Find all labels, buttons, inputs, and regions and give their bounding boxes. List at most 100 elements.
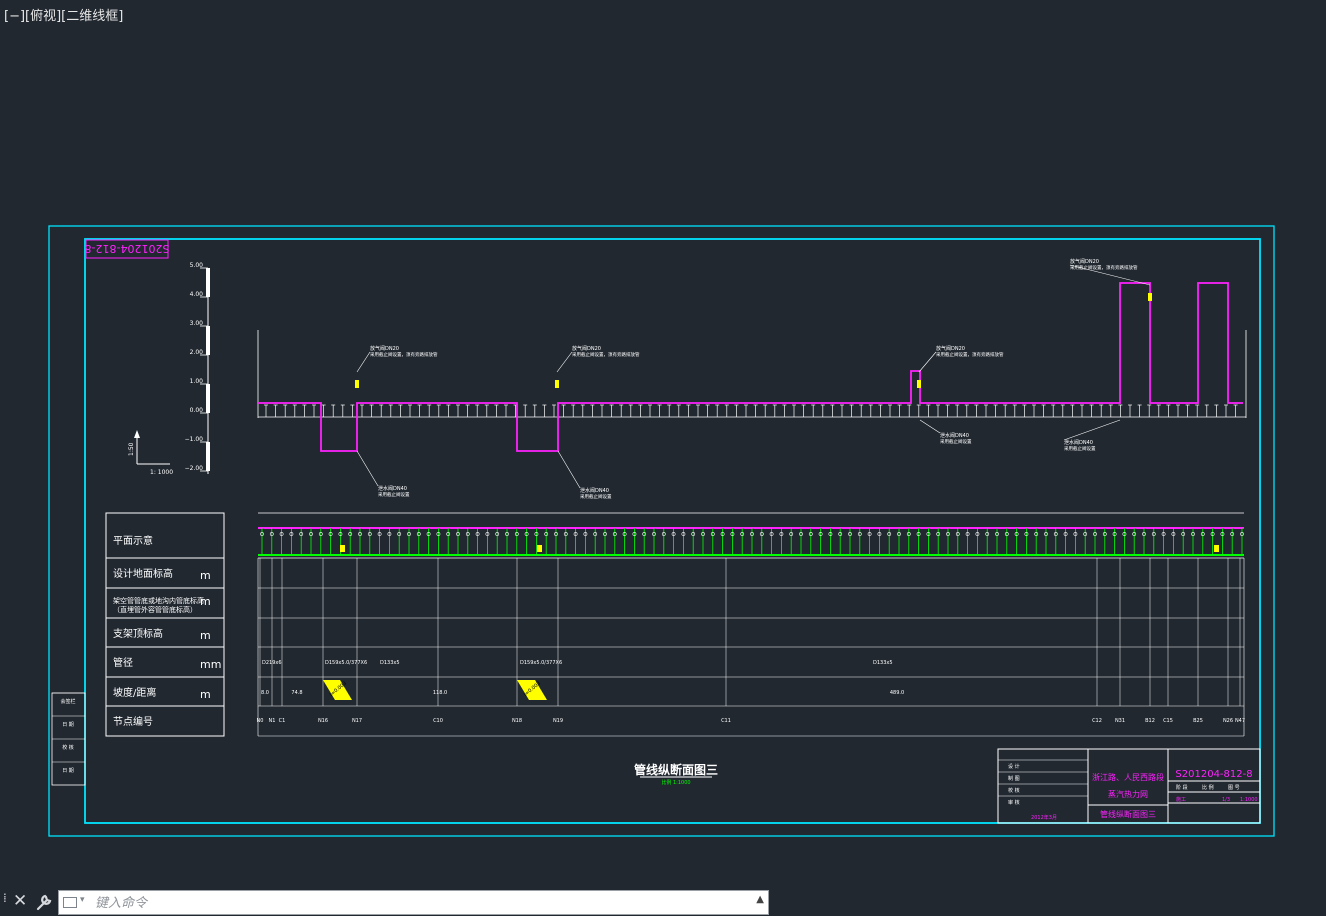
node-label: N19 [553, 718, 563, 724]
vent-valve-label: 放气阀DN20 [1070, 258, 1099, 265]
pipe-size-label: D159x5.0/377X6 [325, 660, 367, 666]
vent-valve-label: 放气阀DN20 [936, 345, 965, 352]
node-label: C12 [1092, 718, 1102, 724]
close-icon[interactable]: ✕ [13, 891, 27, 911]
distance-label: 8.0 [261, 690, 269, 696]
table-row-sublabel: （直埋管外容管管底标高） [113, 605, 197, 614]
vertical-scale-label: 1:50 [128, 442, 135, 456]
sheet-inner-frame [84, 238, 1261, 824]
command-bar-grip[interactable]: ⁞ [3, 892, 9, 910]
table-row-label: 支架顶标高 [113, 627, 163, 640]
wrench-icon[interactable] [35, 892, 53, 912]
command-history-icon[interactable] [63, 897, 77, 908]
vent-valve-desc: 采用截止阀设置，须有旁路排放管 [572, 351, 640, 358]
cad-drawing-canvas[interactable]: S201204-812-8 5.00 4.00 3.00 2.00 1.00 0.00 −1… [0, 0, 1326, 888]
title-block-header: 图 号 [1228, 785, 1240, 791]
sheet-scale-note: 比例 1:1000 [661, 779, 690, 786]
node-label: C15 [1163, 718, 1173, 724]
pipe-profile-line [258, 282, 1243, 452]
node-label: N31 [1115, 718, 1125, 724]
table-row-label: 管径 [113, 656, 133, 669]
node-label: N1 [269, 718, 276, 724]
title-date: 2012年3月 [1031, 814, 1057, 821]
elevation-tick-label: 5.00 [190, 262, 204, 269]
table-row-label: 节点编号 [113, 715, 153, 728]
title-block-header: 阶 段 [1176, 784, 1188, 791]
elevation-tick-label: 4.00 [190, 291, 204, 298]
horizontal-scale-label: 1: 1000 [150, 469, 173, 476]
elevation-tick-label: 1.00 [190, 378, 204, 385]
title-block-role: 校 核 [1008, 787, 1020, 794]
title-block-role: 审 核 [1008, 799, 1020, 806]
node-label: N16 [318, 718, 328, 724]
pipe-size-label: D133x5 [380, 660, 400, 666]
node-label: C11 [721, 718, 731, 724]
left-strip-label: 日 期 [62, 722, 74, 728]
drain-valve-desc: 采用截止阀设置 [940, 438, 972, 445]
node-label: N17 [352, 718, 362, 724]
distance-label: 118.0 [433, 690, 447, 696]
title-block-role: 设 计 [1008, 763, 1020, 770]
node-label: C1 [279, 718, 286, 724]
drain-valve-desc: 采用截止阀设置 [580, 493, 612, 500]
project-name-line2: 蒸汽热力网 [1108, 789, 1148, 799]
title-block-stage: 施工 [1176, 796, 1186, 803]
data-table [105, 512, 1245, 737]
left-strip-label: 日 期 [62, 768, 74, 774]
pipe-size-label: D219x6 [262, 660, 282, 666]
node-label: N0 [257, 718, 264, 724]
title-ratio: 1:1000 [1240, 797, 1258, 803]
table-row-label: 坡度/距离 [113, 686, 156, 699]
pipe-size-label: D159x5.0/377X6 [520, 660, 562, 666]
node-label: N26 [1223, 718, 1233, 724]
drain-valve-label: 泄水阀DN40 [378, 485, 407, 492]
title-block-role: 制 图 [1008, 775, 1020, 782]
drain-valve-label: 泄水阀DN40 [1064, 439, 1093, 446]
left-sign-strip: 会签栏日 期校 核日 期 [51, 692, 86, 786]
drain-valve-label: 泄水阀DN40 [580, 487, 609, 494]
table-row-unit: m [200, 688, 211, 701]
pipe-supports [264, 404, 1238, 417]
title-page: 1/3 [1222, 797, 1230, 803]
table-row-label: 架空管管底或地沟内管底标高 [113, 596, 204, 605]
table-row-unit: mm [200, 658, 221, 671]
project-name-line1: 浙江路、人民西路段 [1092, 772, 1164, 782]
distance-label: 74.8 [291, 690, 302, 696]
drawing-code-rotated: S201204-812-8 [85, 242, 170, 255]
drain-valve-desc: 采用截止阀设置 [1064, 445, 1096, 452]
table-row-label: 平面示意 [113, 534, 153, 547]
chevron-up-icon[interactable]: ▲ [756, 894, 764, 905]
elevation-tick-label: −2.00 [185, 465, 204, 472]
table-row-unit: m [200, 629, 211, 642]
title-block-header: 比 例 [1202, 784, 1214, 791]
valve-callouts: 放气阀DN20采用截止阀设置，须有旁路排放管放气阀DN20采用截止阀设置，须有旁… [355, 258, 1152, 500]
node-label: B25 [1193, 718, 1203, 724]
node-label: B12 [1145, 718, 1155, 724]
command-input-box[interactable]: ▾ ▲ [58, 890, 769, 915]
elevation-tick-label: 2.00 [190, 349, 204, 356]
elevation-tick-label: 3.00 [190, 320, 204, 327]
node-label: C10 [433, 718, 443, 724]
sheet-title: 管线纵断面图三 [634, 762, 718, 777]
node-label: N18 [512, 718, 522, 724]
sheet-outer-frame [48, 225, 1275, 837]
elevation-scale [206, 268, 210, 474]
command-bar: ⁞ ✕ ▾ ▲ [0, 889, 770, 916]
elevation-tick-label: 0.00 [190, 407, 204, 414]
table-row-unit: m [200, 595, 211, 608]
vent-valve-label: 放气阀DN20 [572, 345, 601, 352]
drawing-number: S201204-812-8 [1175, 769, 1252, 780]
chevron-down-icon[interactable]: ▾ [80, 895, 85, 905]
node-label: N47 [1235, 718, 1245, 724]
command-input[interactable] [93, 893, 737, 914]
vent-valve-desc: 采用截止阀设置，须有旁路排放管 [370, 351, 438, 358]
table-row-label: 设计地面标高 [113, 567, 173, 580]
left-strip-label: 校 核 [62, 744, 74, 751]
distance-label: 489.0 [890, 690, 904, 696]
table-row-unit: m [200, 569, 211, 582]
pipe-size-label: D133x5 [873, 660, 893, 666]
drain-valve-desc: 采用截止阀设置 [378, 491, 410, 498]
drawing-name: 管线纵断面图三 [1100, 809, 1156, 819]
vent-valve-desc: 采用截止阀设置，须有旁路排放管 [1070, 264, 1138, 271]
vent-valve-label: 放气阀DN20 [370, 345, 399, 352]
